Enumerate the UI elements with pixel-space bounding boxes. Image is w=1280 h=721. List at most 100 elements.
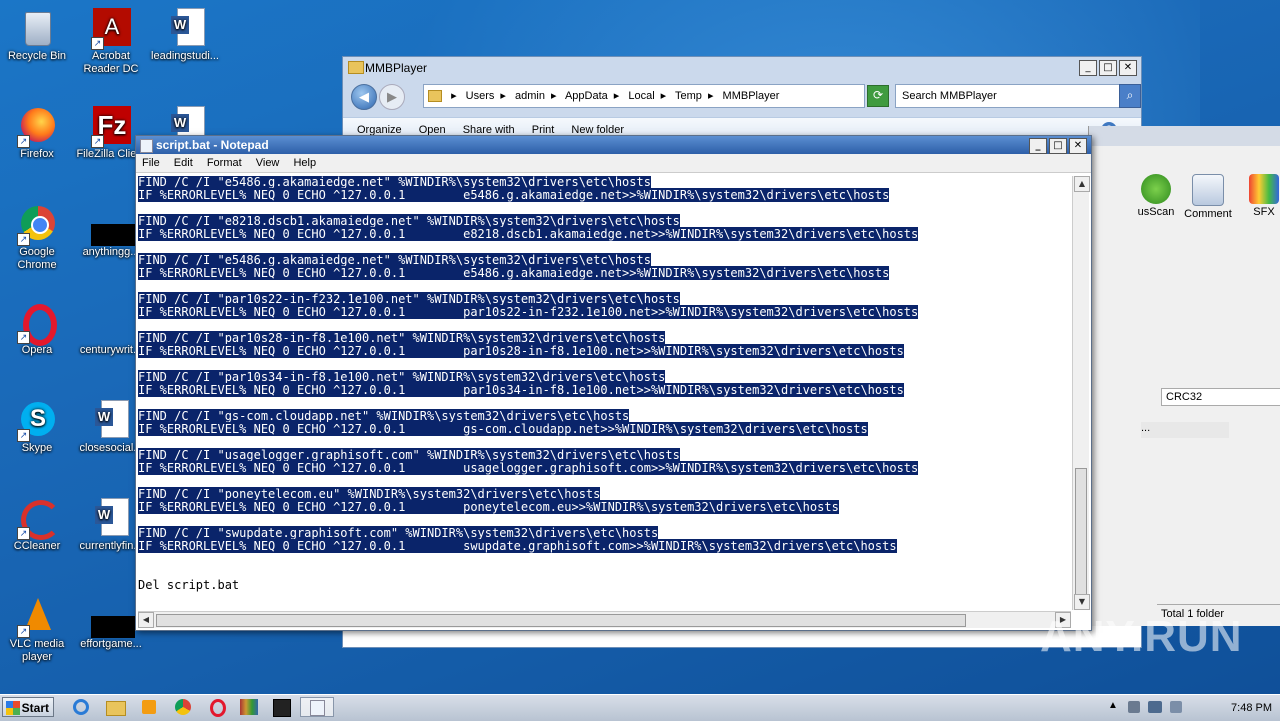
sfx-icon — [1249, 174, 1279, 204]
text-line — [138, 566, 1071, 579]
anyrun-watermark: ANY.RUN — [1040, 612, 1243, 661]
desktop-icon-acrobat[interactable]: A ↗ Acrobat Reader DC — [74, 8, 148, 76]
folder-icon — [428, 90, 442, 103]
archive-taskbar-icon[interactable] — [268, 697, 294, 717]
text-line: IF %ERRORLEVEL% NEQ 0 ECHO ^127.0.0.1 pa… — [138, 305, 1071, 319]
network-icon[interactable] — [1148, 701, 1162, 713]
desktop-icon-vlc[interactable]: ↗ VLC media player — [0, 596, 74, 664]
address-bar[interactable]: ▸ Users ▸ admin ▸ AppData ▸ Local ▸ Temp ▸ MM… — [423, 84, 865, 108]
opera-taskbar-icon[interactable] — [204, 697, 230, 717]
text-line-content: IF %ERRORLEVEL% NEQ 0 ECHO ^127.0.0.1 pa… — [138, 383, 904, 397]
text-editor[interactable]: FIND /C /I "e5486.g.akamaiedge.net" %WIN… — [138, 176, 1071, 610]
vertical-scrollbar[interactable]: ▲ ▼ — [1072, 176, 1090, 610]
desktop-icon-firefox[interactable]: ↗ Firefox — [0, 106, 74, 161]
text-line: IF %ERRORLEVEL% NEQ 0 ECHO ^127.0.0.1 sw… — [138, 539, 1071, 553]
text-line-content: FIND /C /I "par10s34-in-f8.1e100.net" %W… — [138, 370, 666, 384]
toolbar-sfx-button[interactable]: SFX — [1237, 174, 1280, 218]
explorer-titlebar[interactable]: MMBPlayer _ □ ✕ — [343, 57, 1141, 79]
chrome-icon: ↗ — [17, 204, 57, 246]
maximize-button[interactable]: □ — [1099, 60, 1117, 76]
menu-help[interactable]: Help — [293, 157, 316, 169]
text-line-content: FIND /C /I "swupdate.graphisoft.com" %WI… — [138, 526, 659, 540]
skype-icon: S ↗ — [17, 400, 57, 442]
start-button[interactable]: Start — [2, 697, 54, 717]
text-line-content: IF %ERRORLEVEL% NEQ 0 ECHO ^127.0.0.1 po… — [138, 500, 839, 514]
desktop-icon-skype[interactable]: S ↗ Skype — [0, 400, 74, 455]
flag-icon[interactable] — [1128, 701, 1140, 713]
acrobat-icon: A ↗ — [91, 8, 131, 50]
desktop-icon-recycle-bin[interactable]: Recycle Bin — [0, 8, 74, 63]
notepad-window[interactable]: script.bat - Notepad _ □ ✕ File Edit For… — [135, 135, 1092, 631]
refresh-icon[interactable]: ⟳ — [867, 85, 889, 107]
virus-scan-icon — [1141, 174, 1171, 204]
scroll-thumb[interactable] — [1075, 468, 1087, 596]
breadcrumb-mmbplayer[interactable]: MMBPlayer — [723, 90, 780, 102]
address-row: ◀ ▶ ▸ Users ▸ admin ▸ AppData ▸ Local ▸ Temp… — [347, 83, 1141, 110]
text-line: IF %ERRORLEVEL% NEQ 0 ECHO ^127.0.0.1 gs… — [138, 422, 1071, 436]
text-line-content: IF %ERRORLEVEL% NEQ 0 ECHO ^127.0.0.1 pa… — [138, 344, 904, 358]
scroll-down-icon[interactable]: ▼ — [1074, 594, 1090, 610]
clock[interactable]: 7:48 PM — [1231, 695, 1272, 721]
archiver-window[interactable]: usScan Comment SFX CRC32 ... Total 1 fol… — [1088, 126, 1280, 626]
word-document-icon: W — [91, 400, 131, 440]
menu-format[interactable]: Format — [207, 157, 242, 169]
breadcrumb-local[interactable]: Local — [628, 90, 654, 102]
volume-icon[interactable] — [1170, 701, 1182, 713]
explorer-title: MMBPlayer — [365, 61, 428, 75]
scroll-thumb[interactable] — [156, 614, 966, 627]
vlc-icon: ↗ — [17, 596, 57, 638]
breadcrumb-users[interactable]: Users — [466, 90, 495, 102]
archiver-titlebar[interactable] — [1089, 126, 1280, 146]
text-line-content: FIND /C /I "par10s28-in-f8.1e100.net" %W… — [138, 331, 666, 345]
notepad-icon — [140, 139, 153, 153]
text-line: IF %ERRORLEVEL% NEQ 0 ECHO ^127.0.0.1 po… — [138, 500, 1071, 514]
desktop-icon-ccleaner[interactable]: ↗ CCleaner — [0, 498, 74, 553]
menu-view[interactable]: View — [256, 157, 280, 169]
desktop-icon-leadingstudi[interactable]: W leadingstudi... — [148, 8, 222, 63]
close-button[interactable]: ✕ — [1119, 60, 1137, 76]
toolbar-virusscan-button[interactable]: usScan — [1129, 174, 1183, 218]
text-line: Del script.bat — [138, 579, 1071, 592]
text-line-content: IF %ERRORLEVEL% NEQ 0 ECHO ^127.0.0.1 us… — [138, 461, 919, 475]
chrome-taskbar-icon[interactable] — [170, 697, 196, 717]
close-button[interactable]: ✕ — [1069, 138, 1087, 154]
text-line: IF %ERRORLEVEL% NEQ 0 ECHO ^127.0.0.1 pa… — [138, 344, 1071, 358]
list-item[interactable]: ... — [1141, 422, 1229, 438]
menu-file[interactable]: File — [142, 157, 160, 169]
maximize-button[interactable]: □ — [1049, 138, 1067, 154]
explorer-taskbar-icon[interactable] — [102, 697, 128, 717]
text-line-content: FIND /C /I "e8218.dscb1.akamaiedge.net" … — [138, 214, 680, 228]
firefox-icon: ↗ — [17, 106, 57, 148]
back-button[interactable]: ◀ — [351, 84, 377, 110]
search-icon[interactable]: ⌕ — [1119, 84, 1141, 108]
horizontal-scrollbar[interactable]: ◀ ▶ — [138, 611, 1071, 628]
breadcrumb-temp[interactable]: Temp — [675, 90, 702, 102]
taskbar: Start ▲ 7:48 PM — [0, 694, 1280, 721]
scroll-left-icon[interactable]: ◀ — [138, 612, 154, 628]
text-line-content: IF %ERRORLEVEL% NEQ 0 ECHO ^127.0.0.1 e8… — [138, 227, 919, 241]
column-header-crc32[interactable]: CRC32 — [1161, 388, 1280, 406]
toolbar-comment-button[interactable]: Comment — [1181, 174, 1235, 220]
ie-icon[interactable] — [68, 697, 94, 717]
search-input[interactable]: Search MMBPlayer — [895, 84, 1123, 108]
forward-button[interactable]: ▶ — [379, 84, 405, 110]
breadcrumb-admin[interactable]: admin — [515, 90, 545, 102]
breadcrumb-appdata[interactable]: AppData — [565, 90, 608, 102]
winrar-taskbar-icon[interactable] — [236, 697, 262, 717]
notepad-taskbar-icon[interactable] — [300, 697, 334, 717]
minimize-button[interactable]: _ — [1029, 138, 1047, 154]
show-hidden-icons-icon[interactable]: ▲ — [1108, 700, 1118, 711]
text-line-content: IF %ERRORLEVEL% NEQ 0 ECHO ^127.0.0.1 pa… — [138, 305, 919, 319]
minimize-button[interactable]: _ — [1079, 60, 1097, 76]
scroll-up-icon[interactable]: ▲ — [1074, 176, 1090, 192]
menu-edit[interactable]: Edit — [174, 157, 193, 169]
desktop-icon-chrome[interactable]: ↗ Google Chrome — [0, 204, 74, 272]
ccleaner-icon: ↗ — [17, 498, 61, 540]
desktop-icon-opera[interactable]: ↗ Opera — [0, 302, 74, 357]
file-thumbnail-icon — [91, 204, 135, 246]
text-line-content: Del script.bat — [138, 578, 240, 592]
media-player-icon[interactable] — [136, 697, 162, 717]
recycle-bin-icon — [17, 8, 57, 48]
notepad-titlebar[interactable]: script.bat - Notepad _ □ ✕ — [136, 136, 1091, 154]
text-line-content: IF %ERRORLEVEL% NEQ 0 ECHO ^127.0.0.1 gs… — [138, 422, 868, 436]
